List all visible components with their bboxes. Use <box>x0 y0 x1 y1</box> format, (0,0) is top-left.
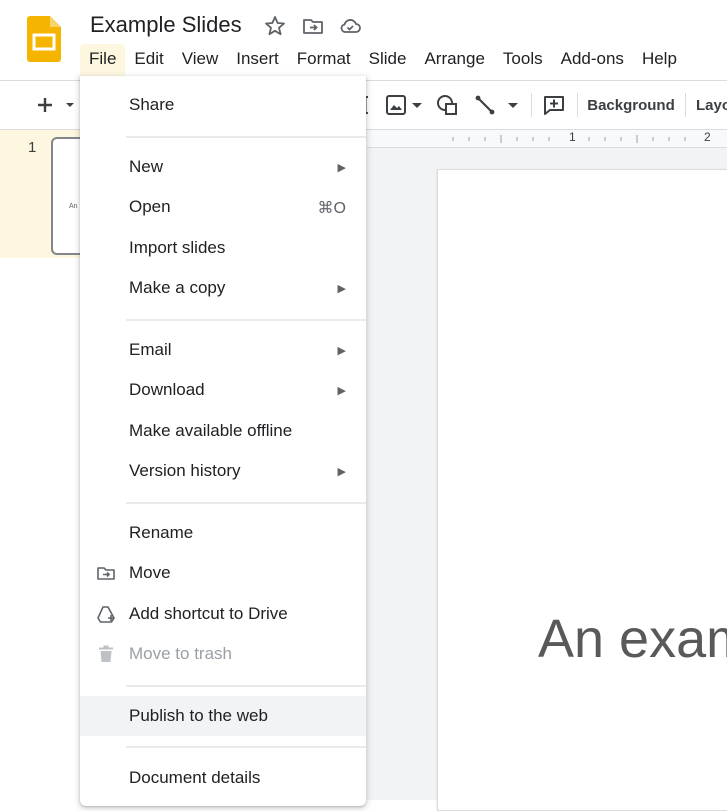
menu-email-label: Email <box>129 340 172 359</box>
cloud-icon[interactable] <box>338 14 362 38</box>
menu-publish-to-web[interactable]: Publish to the web <box>80 696 366 736</box>
slide-thumbnail-text: An <box>69 203 78 210</box>
menu-document-details-label: Document details <box>129 768 261 787</box>
layout-button[interactable]: Layo <box>696 81 727 129</box>
menu-download[interactable]: Download ▶ <box>80 370 366 410</box>
menu-open-label: Open <box>129 197 171 216</box>
menu-separator <box>126 136 366 138</box>
menu-tools[interactable]: Tools <box>494 44 552 76</box>
menu-help[interactable]: Help <box>633 44 686 76</box>
file-menu: Share New ▶ Open ⌘O Import slides Make a… <box>80 76 366 806</box>
menu-separator <box>126 502 366 504</box>
toolbar-separator <box>685 93 686 117</box>
menu-edit[interactable]: Edit <box>125 44 172 76</box>
layout-label: Layo <box>696 96 727 114</box>
slide-title-text[interactable]: An exam <box>538 608 727 670</box>
submenu-arrow-icon: ▶ <box>337 466 346 478</box>
menu-version-history[interactable]: Version history ▶ <box>80 451 366 491</box>
document-title[interactable]: Example Slides <box>90 12 242 38</box>
menubar: File Edit View Insert Format Slide Arran… <box>80 44 686 76</box>
toolbar-separator <box>531 93 532 117</box>
menu-rename-label: Rename <box>129 523 194 542</box>
trash-icon <box>99 645 113 662</box>
slide-number: 1 <box>28 139 37 156</box>
menu-separator <box>126 685 366 687</box>
submenu-arrow-icon: ▶ <box>337 385 346 397</box>
background-label: Background <box>587 96 675 114</box>
menu-publish-to-web-label: Publish to the web <box>129 706 268 725</box>
line-button[interactable] <box>472 81 522 129</box>
ruler-ticks <box>452 135 686 143</box>
menu-add-shortcut-label: Add shortcut to Drive <box>129 604 288 623</box>
new-slide-button[interactable] <box>28 81 78 129</box>
line-icon <box>475 95 518 115</box>
menu-move-to-trash: Move to trash <box>80 634 366 674</box>
menu-import-slides-label: Import slides <box>129 238 226 257</box>
menu-separator <box>126 319 366 321</box>
menu-make-copy-label: Make a copy <box>129 278 226 297</box>
image-icon <box>386 95 422 115</box>
menu-make-offline[interactable]: Make available offline <box>80 411 366 451</box>
menu-make-offline-label: Make available offline <box>129 421 293 440</box>
background-button[interactable]: Background <box>587 81 675 129</box>
menu-arrange[interactable]: Arrange <box>415 44 493 76</box>
plus-icon <box>38 98 74 112</box>
menu-file[interactable]: File <box>80 44 126 76</box>
menu-move-to-trash-label: Move to trash <box>129 644 232 663</box>
menu-view[interactable]: View <box>173 44 228 76</box>
menu-import-slides[interactable]: Import slides <box>80 228 366 268</box>
submenu-arrow-icon: ▶ <box>337 283 346 295</box>
shape-icon <box>437 95 457 115</box>
ruler-label-1: 1 <box>569 130 576 144</box>
menu-new-label: New <box>129 157 164 176</box>
menu-open[interactable]: Open ⌘O <box>80 187 366 227</box>
menu-addons[interactable]: Add-ons <box>552 44 633 76</box>
comment-button[interactable] <box>541 81 567 129</box>
menu-move[interactable]: Move <box>80 553 366 593</box>
menu-document-details[interactable]: Document details <box>80 758 366 798</box>
menu-insert[interactable]: Insert <box>227 44 288 76</box>
menu-make-copy[interactable]: Make a copy ▶ <box>80 268 366 308</box>
menu-format[interactable]: Format <box>288 44 360 76</box>
ruler-label-2: 2 <box>704 130 711 144</box>
menu-new[interactable]: New ▶ <box>80 147 366 187</box>
star-icon[interactable] <box>263 14 287 38</box>
slides-logo-icon[interactable] <box>27 16 61 62</box>
menu-rename[interactable]: Rename <box>80 513 366 553</box>
menu-version-history-label: Version history <box>129 461 241 480</box>
submenu-arrow-icon: ▶ <box>337 162 346 174</box>
submenu-arrow-icon: ▶ <box>337 345 346 357</box>
slide-canvas[interactable]: An exam <box>437 169 727 811</box>
menu-slide[interactable]: Slide <box>360 44 416 76</box>
image-button[interactable] <box>384 81 428 129</box>
menu-share-label: Share <box>129 95 175 114</box>
move-folder-icon <box>97 567 115 580</box>
menu-move-label: Move <box>129 563 171 582</box>
menu-add-shortcut[interactable]: Add shortcut to Drive <box>80 594 366 634</box>
horizontal-ruler[interactable]: 1 2 <box>367 130 727 148</box>
add-comment-icon <box>544 96 564 115</box>
menu-open-shortcut: ⌘O <box>317 200 346 217</box>
menu-download-label: Download <box>129 380 205 399</box>
add-shortcut-icon <box>97 606 115 623</box>
menu-share[interactable]: Share <box>80 85 366 125</box>
menu-email[interactable]: Email ▶ <box>80 330 366 370</box>
menu-separator <box>126 746 366 748</box>
toolbar-separator <box>577 93 578 117</box>
shape-button[interactable] <box>434 81 462 129</box>
move-folder-icon[interactable] <box>301 14 325 38</box>
